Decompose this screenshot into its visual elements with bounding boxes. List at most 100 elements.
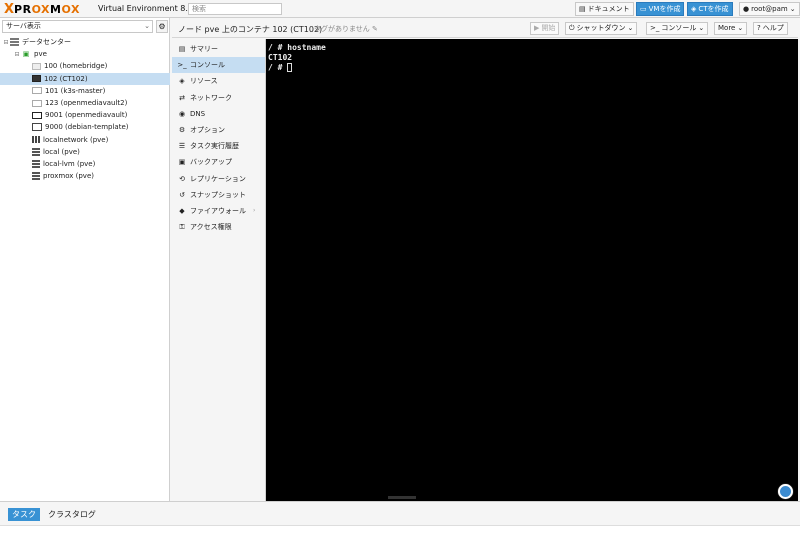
power-icon: ⏻: [569, 24, 575, 32]
log-panel: タスク クラスタログ: [0, 501, 800, 534]
tree-item-label: 100 (homebridge): [44, 62, 108, 71]
more-button[interactable]: More ⌄: [714, 22, 748, 35]
tree-item[interactable]: localnetwork (pve): [0, 134, 170, 146]
vm-stopped-icon: [32, 87, 42, 95]
menu-item-label: ファイアウォール: [190, 206, 246, 215]
tree-item[interactable]: ⊟ ▣ pve: [0, 48, 170, 60]
resource-tree: ⊟ データセンター ⊟ ▣ pve 100 (homebridge) 102 (CT102)…: [0, 36, 170, 182]
menu-item-label: DNS: [190, 109, 206, 118]
cube-icon: ◈: [179, 77, 185, 86]
menu-item-label: ネットワーク: [190, 93, 232, 102]
create-vm-button[interactable]: ▭ VMを作成: [636, 2, 685, 16]
task-table-header: [0, 525, 800, 534]
menu-item[interactable]: ↺ スナップショット: [172, 187, 265, 203]
menu-item[interactable]: ◆ ファイアウォール ›: [172, 203, 265, 219]
terminal-line: / # hostname: [268, 43, 326, 52]
user-menu-button[interactable]: ● root@pam ⌄: [739, 2, 800, 16]
pencil-icon[interactable]: ✎: [372, 25, 378, 33]
shield-icon: ◆: [179, 206, 185, 215]
menu-item-label: スナップショット: [190, 190, 246, 199]
play-icon: ▶: [534, 24, 540, 32]
chevron-down-icon: ⌄: [737, 24, 744, 32]
menu-item[interactable]: ◉ DNS: [172, 106, 265, 122]
chevron-down-icon: ⌄: [144, 22, 150, 30]
tags-editor[interactable]: タグがありません ✎: [314, 24, 378, 34]
question-icon: ?: [757, 24, 761, 32]
tree-item-label: 9000 (debian-template): [45, 123, 129, 132]
tree-item-label: proxmox (pve): [43, 172, 94, 181]
collapse-toggle-icon[interactable]: ⊟: [13, 51, 21, 58]
view-selector[interactable]: サーバ表示 ⌄: [2, 20, 153, 33]
tab-tasks[interactable]: タスク: [8, 508, 40, 521]
console-button[interactable]: >_ コンソール ⌄: [646, 22, 709, 35]
proxmox-logo: X PROXMOX: [4, 1, 80, 17]
chevron-down-icon: ⌄: [789, 5, 796, 13]
unlock-icon: ⚿: [179, 222, 185, 231]
datacenter-icon: [10, 38, 19, 47]
tree-item[interactable]: 9001 (openmediavault): [0, 109, 170, 121]
storage-icon: [32, 159, 40, 168]
retweet-icon: ⟲: [179, 174, 185, 183]
collapse-toggle-icon[interactable]: ⊟: [2, 39, 10, 46]
menu-item-label: バックアップ: [190, 158, 232, 167]
menu-item[interactable]: ▤ サマリー: [172, 41, 265, 57]
content-header: ノード pve 上のコンテナ 102 (CT102) タグがありません ✎ ▶ 開…: [172, 19, 798, 38]
storage-icon: [32, 172, 40, 181]
menu-item-label: リソース: [190, 77, 218, 86]
tree-item[interactable]: 102 (CT102): [0, 72, 170, 85]
storage-icon: [32, 147, 40, 156]
console-terminal[interactable]: / # hostname CT102/ #: [266, 39, 798, 501]
help-button[interactable]: ? ヘルプ: [753, 22, 788, 35]
tree-item[interactable]: local-lvm (pve): [0, 158, 170, 170]
floppy-icon: ▣: [178, 158, 186, 167]
terminal-output: / # hostname CT102/ #: [268, 43, 326, 73]
menu-item[interactable]: >_ コンソール: [172, 57, 265, 74]
version-label: Virtual Environment 8.2.2: [98, 4, 201, 13]
console-scrollbar[interactable]: [388, 496, 416, 499]
logo-wordmark: PROXMOX: [14, 2, 80, 16]
tree-item-label: local-lvm (pve): [43, 159, 96, 168]
documentation-button[interactable]: ▤ ドキュメント: [575, 2, 634, 16]
terminal-icon: >_: [650, 24, 660, 32]
tree-item[interactable]: 100 (homebridge): [0, 60, 170, 72]
menu-item[interactable]: ◈ リソース: [172, 73, 265, 89]
chevron-down-icon: ⌄: [698, 24, 705, 32]
node-icon: ▣: [22, 50, 30, 59]
start-button[interactable]: ▶ 開始: [530, 22, 560, 35]
menu-item-label: コンソール: [190, 61, 225, 70]
tree-item[interactable]: 101 (k3s-master): [0, 85, 170, 97]
shutdown-button[interactable]: ⏻ シャットダウン ⌄: [565, 22, 638, 35]
tree-item-label: データセンター: [22, 38, 71, 47]
tab-cluster-log[interactable]: クラスタログ: [44, 508, 100, 521]
tree-item[interactable]: proxmox (pve): [0, 170, 170, 182]
tree-item-label: 102 (CT102): [44, 74, 88, 83]
menu-item[interactable]: ⚙ オプション: [172, 122, 265, 138]
user-icon: ●: [743, 5, 750, 13]
tree-item[interactable]: 123 (openmediavault2): [0, 97, 170, 109]
cube-icon: ◈: [691, 5, 697, 13]
create-ct-button[interactable]: ◈ CTを作成: [687, 2, 733, 16]
search-input[interactable]: 検索: [188, 3, 282, 15]
menu-item[interactable]: ⚿ アクセス権限: [172, 219, 265, 235]
terminal-cursor: [287, 63, 293, 72]
container-menu: ▤ サマリー >_ コンソール ◈ リソース ⇄ ネットワーク ◉ DNS ⚙ オプション ☰ タスク実行…: [172, 39, 266, 501]
tree-item[interactable]: local (pve): [0, 146, 170, 158]
tree-item-label: 123 (openmediavault2): [45, 99, 128, 108]
gear-icon[interactable]: ⚙: [156, 20, 168, 33]
book-icon: ▤: [579, 5, 586, 13]
book-icon: ▤: [178, 45, 186, 54]
console-settings-icon[interactable]: [778, 484, 793, 499]
menu-item[interactable]: ⇄ ネットワーク: [172, 90, 265, 106]
vm-running-icon: [32, 111, 42, 119]
desktop-icon: ▭: [640, 5, 647, 13]
terminal-prompt-line: / #: [268, 63, 326, 73]
network-icon: [32, 136, 40, 144]
menu-item[interactable]: ☰ タスク実行履歴: [172, 138, 265, 154]
globe-icon: ◉: [178, 109, 186, 118]
logo-x: X: [4, 1, 14, 17]
menu-item[interactable]: ⟲ レプリケーション: [172, 171, 265, 187]
tree-item[interactable]: ⊟ データセンター: [0, 36, 170, 48]
history-icon: ↺: [179, 190, 185, 199]
menu-item[interactable]: ▣ バックアップ: [172, 154, 265, 170]
tree-item[interactable]: 9000 (debian-template): [0, 121, 170, 133]
